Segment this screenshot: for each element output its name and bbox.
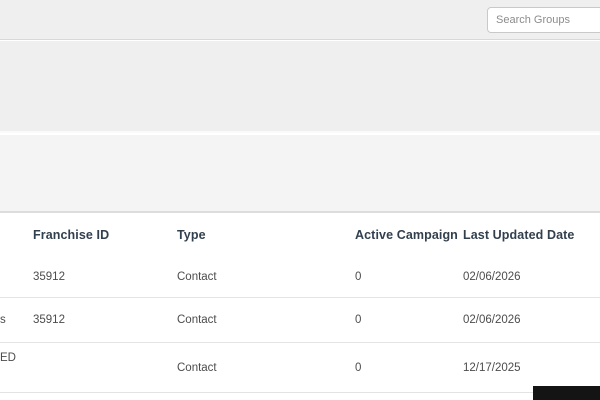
header-last-updated-date: Last Updated Date [463, 228, 600, 242]
corner-overlay [533, 386, 600, 400]
cell-last-updated-date: 02/06/2026 [463, 271, 600, 283]
search-groups-input[interactable] [487, 7, 600, 33]
cell-franchise-id: 35912 [33, 271, 177, 283]
groups-screen: « ‹ 1 2 3 4 5 6 › » Franchise ID Type Ac… [0, 0, 600, 400]
table-row[interactable]: s 35912 Contact 0 02/06/2026 [0, 298, 600, 343]
cell-type: Contact [177, 314, 355, 326]
header-type: Type [177, 228, 355, 242]
group-name-fragment: ED [0, 352, 16, 364]
header-active-campaign: Active Campaign [355, 228, 463, 242]
cell-last-updated-date: 02/06/2026 [463, 314, 600, 326]
cell-franchise-id: 35912 [33, 314, 177, 326]
content-panel [0, 41, 600, 133]
groups-table: Franchise ID Type Active Campaign Last U… [0, 212, 600, 393]
cell-active-campaign: 0 [355, 314, 463, 326]
group-name-fragment: s [0, 314, 6, 326]
cell-type: Contact [177, 271, 355, 283]
table-header-row: Franchise ID Type Active Campaign Last U… [0, 213, 600, 256]
cell-active-campaign: 0 [355, 271, 463, 283]
cell-last-updated-date: 12/17/2025 [463, 362, 600, 374]
header-franchise-id: Franchise ID [33, 228, 177, 242]
cell-active-campaign: 0 [355, 362, 463, 374]
table-row[interactable]: 35912 Contact 0 02/06/2026 [0, 256, 600, 298]
pagination-zone: « ‹ 1 2 3 4 5 6 › » [0, 135, 600, 212]
top-bar [0, 0, 600, 40]
table-row[interactable]: ED Contact 0 12/17/2025 [0, 343, 600, 393]
cell-type: Contact [177, 362, 355, 374]
